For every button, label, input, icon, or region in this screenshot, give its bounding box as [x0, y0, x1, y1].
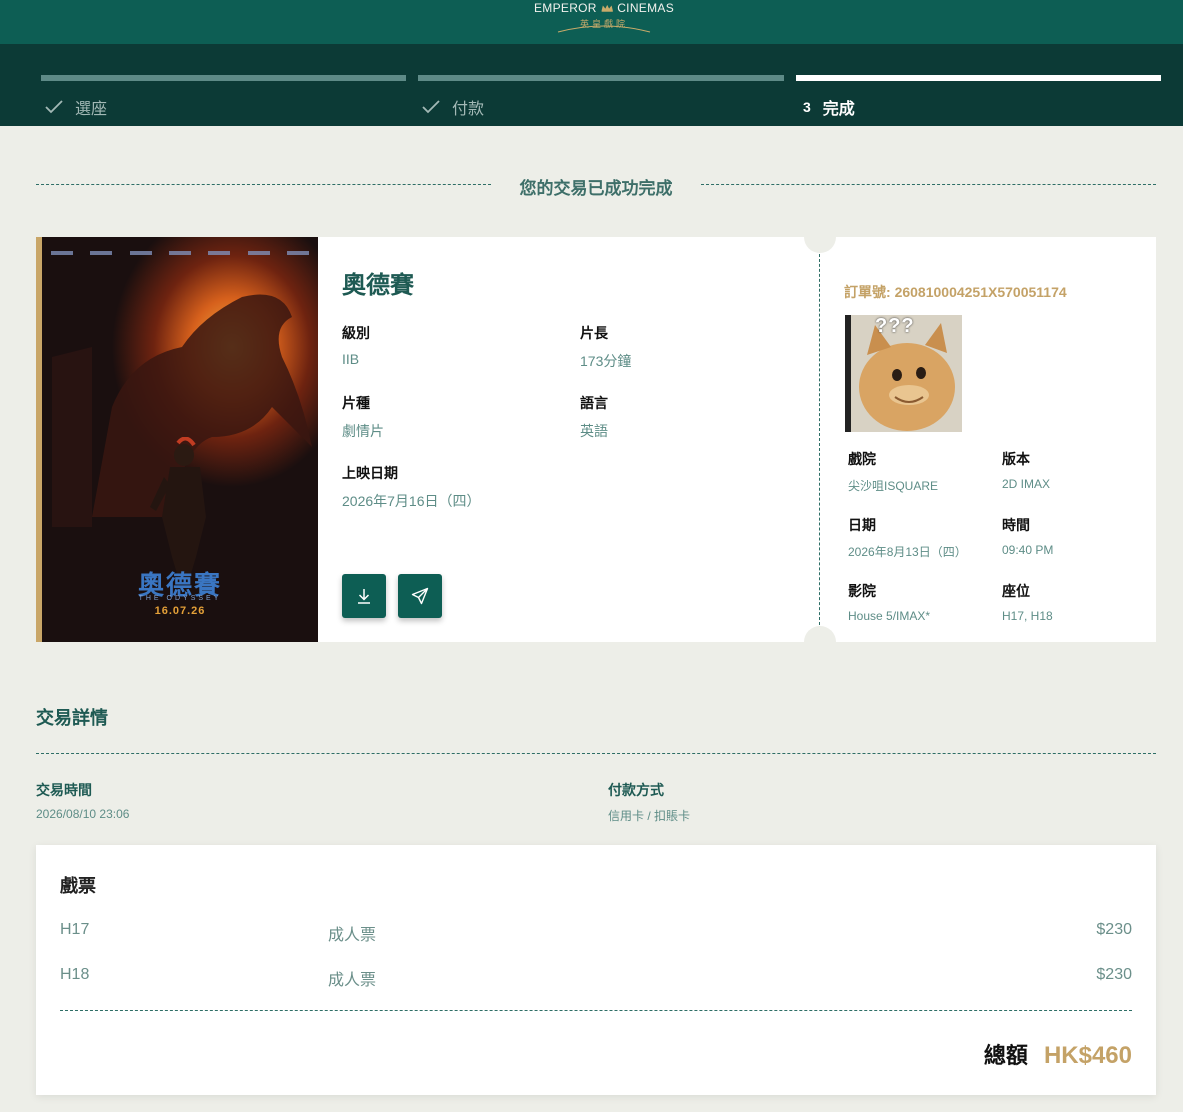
- seats-info: 座位 H17, H18: [1002, 581, 1053, 623]
- download-icon: [358, 589, 370, 604]
- language-value: 英語: [580, 423, 608, 439]
- ticket-notch-bottom: [804, 626, 836, 658]
- transaction-title: 交易詳情: [36, 708, 108, 728]
- seats-label: 座位: [1002, 583, 1030, 599]
- progress-stepper: 選座 付款 3 完成: [0, 44, 1183, 126]
- check-icon: [422, 100, 440, 114]
- duration-info: 片長 173分鐘: [580, 323, 631, 371]
- total-value: HK$460: [1043, 1042, 1132, 1069]
- step-complete: 3 完成: [796, 75, 1161, 118]
- step-number: 3: [803, 99, 811, 115]
- ticket-notch-top: [804, 221, 836, 253]
- rating-label: 級別: [342, 325, 370, 341]
- transaction-time-label: 交易時間: [36, 782, 92, 798]
- seats-value: H17, H18: [1002, 609, 1053, 623]
- payment-method-label: 付款方式: [608, 782, 664, 798]
- brand-en-left: EMPEROR: [534, 1, 597, 15]
- step-bar: [796, 75, 1161, 81]
- download-button[interactable]: [342, 574, 386, 618]
- language-info: 語言 英語: [580, 393, 608, 441]
- duration-value: 173分鐘: [580, 353, 632, 369]
- step-label: 完成: [822, 101, 855, 118]
- success-message: 您的交易已成功完成: [519, 179, 673, 198]
- ticket-perforation: [819, 249, 820, 630]
- divider: [36, 753, 1156, 754]
- ticket-type: 成人票: [328, 927, 377, 944]
- ticket-type: 成人票: [328, 972, 377, 989]
- date-label: 日期: [848, 517, 876, 533]
- release-label: 上映日期: [342, 465, 398, 481]
- poster-cast-names: [42, 251, 318, 255]
- rating-info: 級別 IIB: [342, 323, 370, 367]
- emperor-cinemas-logo[interactable]: EMPEROR CINEMAS 英皇戲院: [534, 0, 674, 40]
- step-bar: [418, 75, 784, 81]
- version-value: 2D IMAX: [1002, 477, 1051, 491]
- step-label: 選座: [75, 101, 108, 118]
- step-bar: [41, 75, 406, 81]
- cinema-info: 戲院 尖沙咀ISQUARE: [848, 449, 938, 494]
- ticket-seat: H17: [60, 921, 90, 938]
- step-select-seat: 選座: [41, 75, 406, 118]
- poster-date: 16.07.26: [154, 605, 206, 617]
- time-value: 09:40 PM: [1002, 543, 1054, 557]
- order-number: 訂單號: 260810004251X570051174: [844, 282, 1067, 302]
- time-info: 時間 09:40 PM: [1002, 515, 1053, 557]
- date-info: 日期 2026年8月13日（四）: [848, 515, 967, 560]
- success-banner: 您的交易已成功完成: [36, 172, 1156, 198]
- house-value: House 5/IMAX*: [848, 609, 931, 623]
- step-label: 付款: [452, 101, 485, 118]
- check-icon: [45, 100, 63, 114]
- divider: [701, 184, 1156, 185]
- share-button[interactable]: [398, 574, 442, 618]
- transaction-time-value: 2026/08/10 23:06: [36, 807, 130, 821]
- tickets-title: 戲票: [60, 876, 96, 896]
- cinema-value: 尖沙咀ISQUARE: [848, 479, 939, 493]
- qr-overlay-text: ???: [875, 315, 915, 337]
- ticket-card: 奧德賽 THE ODYSSEY 16.07.26 奧德賽 級別 IIB 片長 1…: [36, 221, 1156, 658]
- order-value: 260810004251X570051174: [894, 284, 1067, 300]
- send-icon: [411, 587, 429, 605]
- divider: [60, 1010, 1132, 1011]
- ticket-row: H18 成人票 $230: [60, 966, 1132, 989]
- ticket-seat: H18: [60, 966, 90, 983]
- movie-title: 奧德賽: [342, 272, 414, 299]
- ticket-qr-image: ???: [845, 315, 962, 432]
- release-value: 2026年7月16日（四）: [342, 493, 481, 509]
- brand-en-right: CINEMAS: [617, 1, 674, 15]
- house-label: 影院: [848, 583, 876, 599]
- version-label: 版本: [1002, 451, 1030, 467]
- order-prefix: 訂單號:: [844, 284, 891, 300]
- poster-subtitle: THE ODYSSEY: [138, 595, 222, 602]
- tickets-summary-card: 戲票 H17 成人票 $230 H18 成人票 $230 總額 HK$460: [36, 845, 1156, 1095]
- warrior-image: [150, 437, 206, 577]
- total-label: 總額: [983, 1043, 1028, 1068]
- top-header: EMPEROR CINEMAS 英皇戲院: [0, 0, 1183, 44]
- movie-poster: 奧德賽 THE ODYSSEY 16.07.26: [36, 237, 318, 642]
- version-info: 版本 2D IMAX: [1002, 449, 1050, 491]
- release-info: 上映日期 2026年7月16日（四）: [342, 463, 481, 511]
- payment-method-value: 信用卡 / 扣賬卡: [608, 809, 691, 823]
- poster-art: 奧德賽 THE ODYSSEY 16.07.26: [42, 237, 318, 642]
- total-amount: 總額 HK$460: [984, 1038, 1132, 1070]
- rating-value: IIB: [342, 351, 360, 367]
- genre-info: 片種 劇情片: [342, 393, 384, 441]
- logo-swoosh: [557, 25, 651, 33]
- genre-label: 片種: [342, 395, 370, 411]
- language-label: 語言: [580, 395, 608, 411]
- ticket-price: $230: [1096, 921, 1132, 938]
- transaction-time: 交易時間 2026/08/10 23:06: [36, 780, 129, 821]
- house-info: 影院 House 5/IMAX*: [848, 581, 930, 623]
- ticket-price: $230: [1096, 966, 1132, 983]
- date-value: 2026年8月13日（四）: [848, 545, 967, 559]
- ticket-row: H17 成人票 $230: [60, 921, 1132, 944]
- cinema-label: 戲院: [848, 451, 876, 467]
- crown-icon: [601, 4, 613, 12]
- step-payment: 付款: [418, 75, 784, 118]
- divider: [36, 184, 491, 185]
- duration-label: 片長: [580, 325, 608, 341]
- genre-value: 劇情片: [342, 423, 384, 439]
- time-label: 時間: [1002, 517, 1030, 533]
- payment-method: 付款方式 信用卡 / 扣賬卡: [608, 780, 690, 824]
